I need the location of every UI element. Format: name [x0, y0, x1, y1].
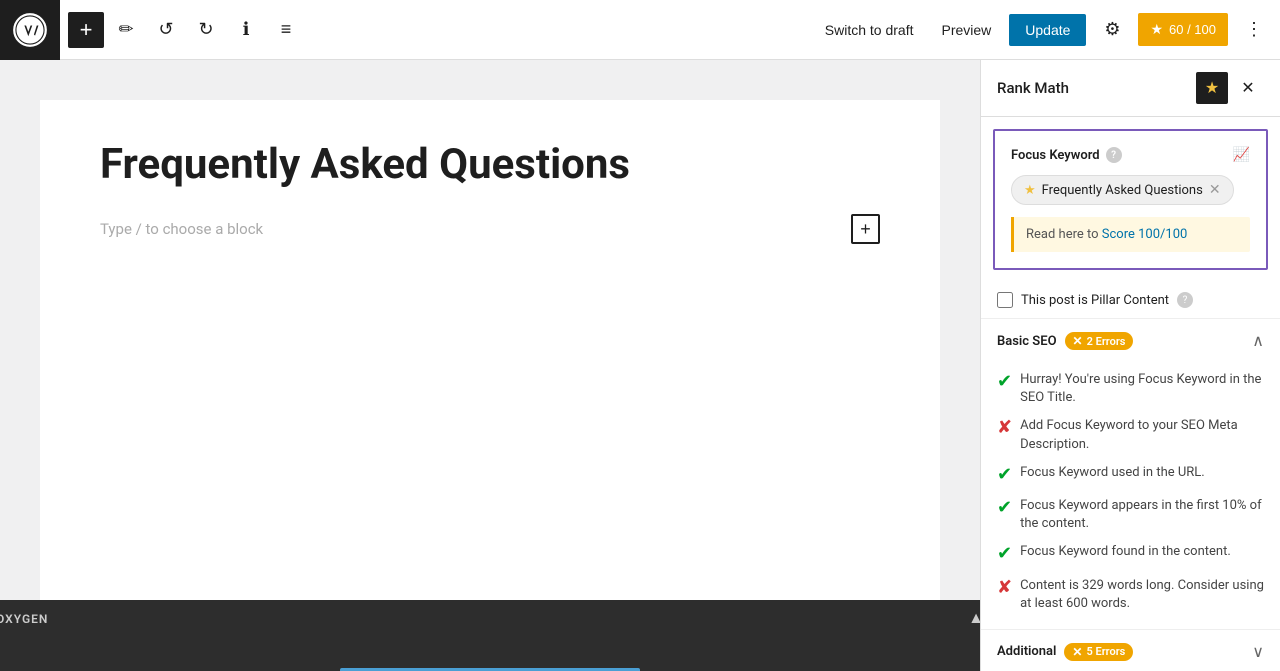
keyword-remove-button[interactable]: ✕ — [1209, 182, 1221, 198]
block-placeholder-text[interactable]: Type / to choose a block — [100, 220, 851, 238]
seo-items-list: ✔ Hurray! You're using Focus Keyword in t… — [981, 363, 1280, 629]
seo-item: ✔ Hurray! You're using Focus Keyword in t… — [997, 371, 1264, 407]
switch-draft-button[interactable]: Switch to draft — [815, 16, 924, 44]
score-link[interactable]: Score 100/100 — [1102, 227, 1188, 242]
main-layout: Frequently Asked Questions Type / to cho… — [0, 60, 1280, 671]
basic-seo-toggle-button[interactable]: ∧ — [1252, 331, 1264, 351]
additional-errors-text: 5 Errors — [1086, 645, 1125, 658]
basic-seo-section: Basic SEO ✕ 2 Errors ∧ ✔ Hurray! You're u… — [981, 318, 1280, 629]
list-view-button[interactable]: ≡ — [268, 12, 304, 48]
focus-keyword-label-row: Focus Keyword ? 📈 — [1011, 147, 1250, 163]
additional-toggle-button[interactable]: ∨ — [1252, 642, 1264, 662]
basic-seo-errors-text: 2 Errors — [1087, 335, 1126, 348]
basic-seo-error-badge: ✕ 2 Errors — [1065, 332, 1134, 350]
edit-mode-button[interactable]: ✏ — [108, 12, 144, 48]
keyword-tag: ★ Frequently Asked Questions ✕ — [1011, 175, 1234, 205]
sidebar: Rank Math ★ ✕ Focus Keyword ? 📈 ★ Freque… — [980, 60, 1280, 671]
seo-item: ✘ Add Focus Keyword to your SEO Meta Desc… — [997, 417, 1264, 453]
basic-seo-header[interactable]: Basic SEO ✕ 2 Errors ∧ — [981, 319, 1280, 363]
wp-logo — [0, 0, 60, 60]
oxygen-body: Edit with Oxygen — [0, 638, 980, 671]
seo-item: ✔ Focus Keyword appears in the first 10% … — [997, 497, 1264, 533]
oxygen-section: OXYGEN ▲ Edit with Oxygen RENDER PAGE US… — [0, 600, 980, 671]
update-button[interactable]: Update — [1009, 14, 1086, 46]
keyword-tag-text: Frequently Asked Questions — [1042, 183, 1203, 198]
inline-add-block-button[interactable]: + — [851, 214, 880, 244]
sidebar-close-button[interactable]: ✕ — [1232, 72, 1264, 104]
seo-item-2-text: Focus Keyword used in the URL. — [1020, 464, 1264, 482]
seo-item: ✔ Focus Keyword found in the content. — [997, 543, 1264, 566]
seo-item-2-icon: ✔ — [997, 462, 1012, 487]
trend-icon[interactable]: 📈 — [1233, 147, 1250, 163]
seo-item-4-text: Focus Keyword found in the content. — [1020, 543, 1264, 561]
sidebar-header-actions: ★ ✕ — [1196, 72, 1264, 104]
seo-item-4-icon: ✔ — [997, 541, 1012, 566]
additional-title: Additional ✕ 5 Errors — [997, 643, 1133, 661]
sidebar-header: Rank Math ★ ✕ — [981, 60, 1280, 117]
seo-item-1-text: Add Focus Keyword to your SEO Meta Descr… — [1020, 417, 1264, 453]
seo-item-5-icon: ✘ — [997, 575, 1012, 600]
block-placeholder-container: Type / to choose a block + — [100, 214, 880, 244]
focus-keyword-help-icon[interactable]: ? — [1106, 147, 1122, 163]
seo-item-0-icon: ✔ — [997, 369, 1012, 394]
basic-seo-title: Basic SEO ✕ 2 Errors — [997, 332, 1133, 350]
seo-item-1-icon: ✘ — [997, 415, 1012, 440]
toolbar-left: + ✏ ↺ ↻ ℹ ≡ — [68, 12, 304, 48]
more-options-button[interactable]: ⋮ — [1236, 12, 1272, 48]
sidebar-title: Rank Math — [997, 79, 1069, 97]
preview-button[interactable]: Preview — [931, 16, 1001, 44]
rank-math-star-button[interactable]: ★ — [1196, 72, 1228, 104]
post-title[interactable]: Frequently Asked Questions — [100, 140, 880, 190]
add-block-button[interactable]: + — [68, 12, 104, 48]
oxygen-header: OXYGEN ▲ — [0, 600, 980, 638]
seo-item-3-text: Focus Keyword appears in the first 10% o… — [1020, 497, 1264, 533]
oxygen-section-title: OXYGEN — [0, 612, 48, 626]
redo-button[interactable]: ↻ — [188, 12, 224, 48]
seo-item: ✘ Content is 329 words long. Consider usi… — [997, 577, 1264, 613]
pillar-label: This post is Pillar Content — [1021, 293, 1169, 308]
info-banner-text: Read here to — [1026, 227, 1102, 242]
oxygen-toggle-button[interactable]: ▲ — [968, 610, 980, 628]
focus-keyword-label: Focus Keyword ? — [1011, 147, 1122, 163]
pillar-checkbox[interactable] — [997, 292, 1013, 308]
toolbar: + ✏ ↺ ↻ ℹ ≡ Switch to draft Preview Upda… — [0, 0, 1280, 60]
seo-item-5-text: Content is 329 words long. Consider usin… — [1020, 577, 1264, 613]
pillar-row: This post is Pillar Content ? — [981, 282, 1280, 318]
toolbar-right: Switch to draft Preview Update ⚙ ★ 60 / … — [815, 12, 1272, 48]
seo-item: ✔ Focus Keyword used in the URL. — [997, 464, 1264, 487]
additional-label-text: Additional — [997, 644, 1056, 659]
info-button[interactable]: ℹ — [228, 12, 264, 48]
settings-button[interactable]: ⚙ — [1094, 12, 1130, 48]
additional-header[interactable]: Additional ✕ 5 Errors ∨ — [981, 630, 1280, 671]
undo-button[interactable]: ↺ — [148, 12, 184, 48]
focus-keyword-label-text: Focus Keyword — [1011, 148, 1100, 163]
info-banner: Read here to Score 100/100 — [1011, 217, 1250, 252]
score-button[interactable]: ★ 60 / 100 — [1138, 13, 1228, 46]
editor-content: Frequently Asked Questions Type / to cho… — [40, 100, 940, 600]
additional-error-x-icon: ✕ — [1072, 645, 1082, 659]
pillar-help-icon[interactable]: ? — [1177, 292, 1193, 308]
error-x-icon: ✕ — [1073, 334, 1083, 348]
basic-seo-label-text: Basic SEO — [997, 334, 1057, 349]
score-star-icon: ★ — [1150, 21, 1163, 38]
editor-area: Frequently Asked Questions Type / to cho… — [0, 60, 980, 671]
additional-section: Additional ✕ 5 Errors ∨ — [981, 629, 1280, 671]
seo-item-0-text: Hurray! You're using Focus Keyword in th… — [1020, 371, 1264, 407]
seo-item-3-icon: ✔ — [997, 495, 1012, 520]
keyword-star-icon: ★ — [1024, 183, 1036, 198]
additional-error-badge: ✕ 5 Errors — [1064, 643, 1133, 661]
focus-keyword-section: Focus Keyword ? 📈 ★ Frequently Asked Que… — [993, 129, 1268, 270]
score-value: 60 / 100 — [1169, 22, 1216, 37]
